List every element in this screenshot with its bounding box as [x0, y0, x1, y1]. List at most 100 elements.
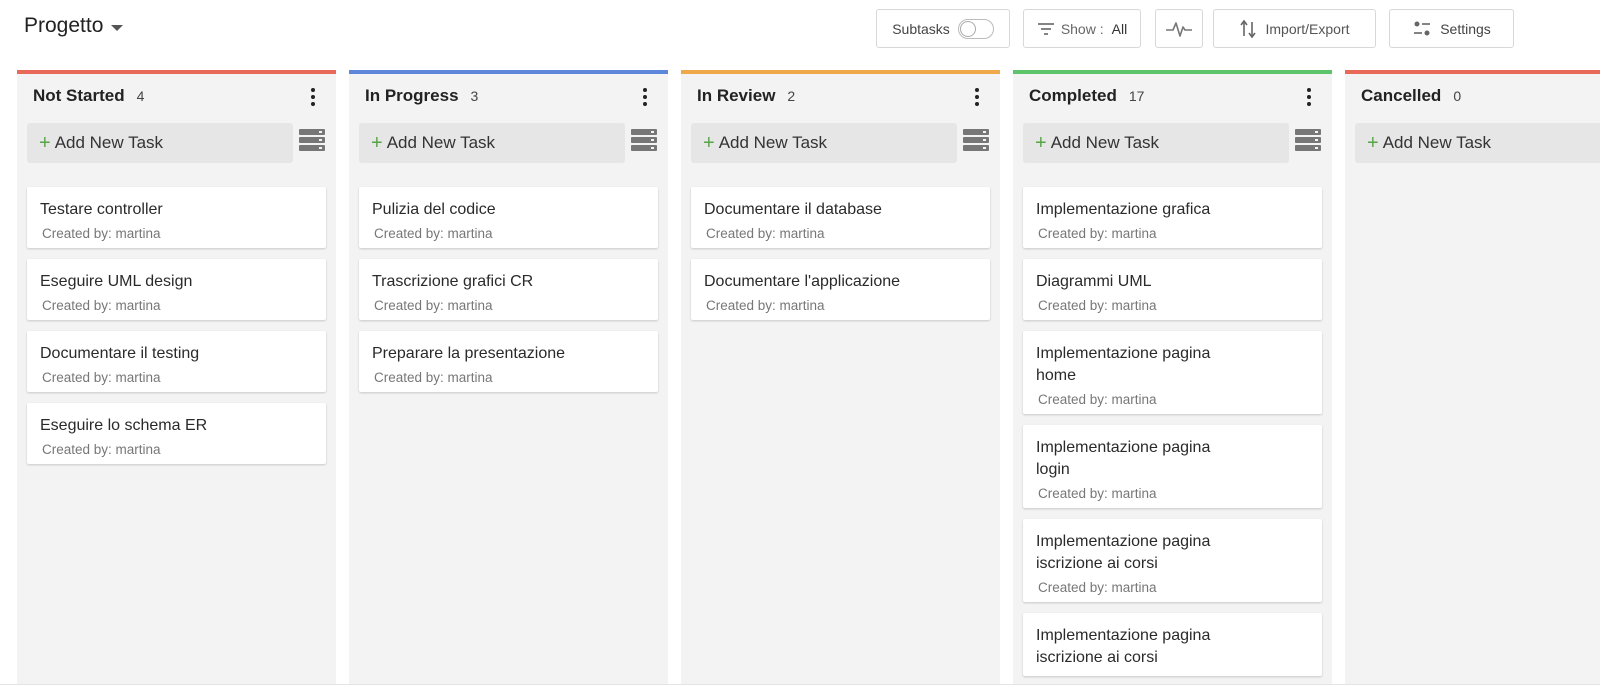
task-card[interactable]: Implementazione grafica Created by: mart…: [1023, 187, 1322, 248]
task-creator: Created by: martina: [1038, 486, 1157, 501]
task-creator: Created by: martina: [374, 226, 493, 241]
column-menu-icon[interactable]: [640, 86, 650, 108]
task-list: Implementazione grafica Created by: mart…: [1023, 187, 1322, 684]
caret-down-icon: [111, 25, 124, 31]
task-creator: Created by: martina: [42, 298, 161, 313]
task-card[interactable]: Diagrammi UML Created by: martina: [1023, 259, 1322, 320]
column-header: Cancelled 0: [1361, 86, 1461, 106]
task-title: Implementazione grafica: [1036, 201, 1211, 218]
column-menu-icon[interactable]: [972, 86, 982, 108]
task-title: Eseguire UML design: [40, 273, 193, 290]
task-card[interactable]: Implementazione pagina iscrizione ai cor…: [1023, 519, 1322, 602]
task-title: Documentare l'applicazione: [704, 273, 901, 290]
project-name: Progetto: [24, 14, 104, 37]
task-title: Implementazione pagina iscrizione ai cor…: [1036, 627, 1211, 666]
subtasks-switch[interactable]: [957, 18, 994, 39]
column-count: 17: [1128, 88, 1145, 104]
add-task-label: Add New Task: [718, 133, 828, 152]
task-creator: Created by: martina: [706, 226, 825, 241]
task-title: Diagrammi UML: [1036, 273, 1152, 290]
task-card[interactable]: Documentare il database Created by: mart…: [691, 187, 990, 248]
task-list: Documentare il database Created by: mart…: [691, 187, 990, 331]
task-creator: Created by: martina: [42, 226, 161, 241]
task-creator: Created by: martina: [1038, 226, 1157, 241]
add-task-label: Add New Task: [1050, 133, 1160, 152]
column-count: 2: [787, 88, 796, 104]
column-title: In Progress: [365, 86, 459, 105]
subtasks-toggle-button[interactable]: Subtasks: [876, 9, 1010, 48]
column-in-progress: In Progress 3 + Add New Task Pulizia del…: [349, 70, 668, 684]
task-creator: Created by: martina: [1038, 298, 1157, 313]
add-new-task-button[interactable]: + Add New Task: [1023, 123, 1289, 163]
switch-knob: [959, 20, 976, 37]
plus-icon: +: [371, 132, 383, 154]
activity-button[interactable]: [1155, 9, 1203, 48]
task-card[interactable]: Eseguire lo schema ER Created by: martin…: [27, 403, 326, 464]
task-title: Documentare il testing: [40, 345, 200, 362]
column-completed: Completed 17 + Add New Task Implementazi…: [1013, 70, 1332, 684]
top-bar: Progetto Subtasks Show : All Import/Expo…: [0, 0, 1600, 58]
column-in-review: In Review 2 + Add New Task Documentare i…: [681, 70, 1000, 684]
column-header: In Progress 3: [365, 86, 478, 106]
show-value: All: [1111, 20, 1128, 37]
settings-button[interactable]: Settings: [1389, 9, 1514, 48]
task-card[interactable]: Implementazione pagina iscrizione ai cor…: [1023, 613, 1322, 676]
column-not-started: Not Started 4 + Add New Task Testare con…: [17, 70, 336, 684]
task-card[interactable]: Testare controller Created by: martina: [27, 187, 326, 248]
import-export-icon: [1240, 19, 1257, 38]
column-count: 4: [136, 88, 145, 104]
task-creator: Created by: martina: [42, 442, 161, 457]
task-creator: Created by: martina: [706, 298, 825, 313]
task-card[interactable]: Documentare l'applicazione Created by: m…: [691, 259, 990, 320]
project-selector[interactable]: Progetto: [24, 14, 124, 38]
plus-icon: +: [1035, 132, 1047, 154]
list-view-icon[interactable]: [631, 129, 657, 153]
task-card[interactable]: Pulizia del codice Created by: martina: [359, 187, 658, 248]
task-title: Eseguire lo schema ER: [40, 417, 208, 434]
list-view-icon[interactable]: [1295, 129, 1321, 153]
add-task-label: Add New Task: [1382, 133, 1492, 152]
task-title: Testare controller: [40, 201, 163, 218]
task-creator: Created by: martina: [374, 298, 493, 313]
task-title: Implementazione pagina home: [1036, 345, 1211, 384]
plus-icon: +: [703, 132, 715, 154]
task-title: Implementazione pagina iscrizione ai cor…: [1036, 533, 1211, 572]
column-menu-icon[interactable]: [308, 86, 318, 108]
plus-icon: +: [39, 132, 51, 154]
import-export-label: Import/Export: [1265, 20, 1350, 37]
column-menu-icon[interactable]: [1304, 86, 1314, 108]
add-task-label: Add New Task: [386, 133, 496, 152]
show-label: Show :: [1060, 20, 1104, 37]
task-title: Preparare la presentazione: [372, 345, 566, 362]
task-title: Trascrizione grafici CR: [372, 273, 534, 290]
column-count: 3: [470, 88, 479, 104]
task-creator: Created by: martina: [42, 370, 161, 385]
task-card[interactable]: Preparare la presentazione Created by: m…: [359, 331, 658, 392]
task-card[interactable]: Implementazione pagina home Created by: …: [1023, 331, 1322, 414]
import-export-button[interactable]: Import/Export: [1213, 9, 1376, 48]
add-task-label: Add New Task: [54, 133, 164, 152]
task-card[interactable]: Implementazione pagina login Created by:…: [1023, 425, 1322, 508]
column-title: Completed: [1029, 86, 1117, 105]
add-new-task-button[interactable]: + Add New Task: [1355, 123, 1600, 163]
list-view-icon[interactable]: [963, 129, 989, 153]
task-card[interactable]: Eseguire UML design Created by: martina: [27, 259, 326, 320]
task-title: Documentare il database: [704, 201, 882, 218]
activity-pulse-icon: [1166, 21, 1192, 37]
show-filter-button[interactable]: Show : All: [1023, 9, 1141, 48]
task-card[interactable]: Documentare il testing Created by: marti…: [27, 331, 326, 392]
column-cancelled: Cancelled 0 + Add New Task: [1345, 70, 1600, 684]
subtasks-label: Subtasks: [892, 20, 950, 37]
column-header: Not Started 4: [33, 86, 144, 106]
add-new-task-button[interactable]: + Add New Task: [359, 123, 625, 163]
add-new-task-button[interactable]: + Add New Task: [691, 123, 957, 163]
add-new-task-button[interactable]: + Add New Task: [27, 123, 293, 163]
column-count: 0: [1453, 88, 1462, 104]
task-list: Pulizia del codice Created by: martina T…: [359, 187, 658, 403]
bottom-divider: [0, 684, 1600, 685]
column-header: In Review 2: [697, 86, 795, 106]
settings-sliders-icon: [1414, 21, 1431, 35]
task-card[interactable]: Trascrizione grafici CR Created by: mart…: [359, 259, 658, 320]
list-view-icon[interactable]: [299, 129, 325, 153]
task-creator: Created by: martina: [374, 370, 493, 385]
